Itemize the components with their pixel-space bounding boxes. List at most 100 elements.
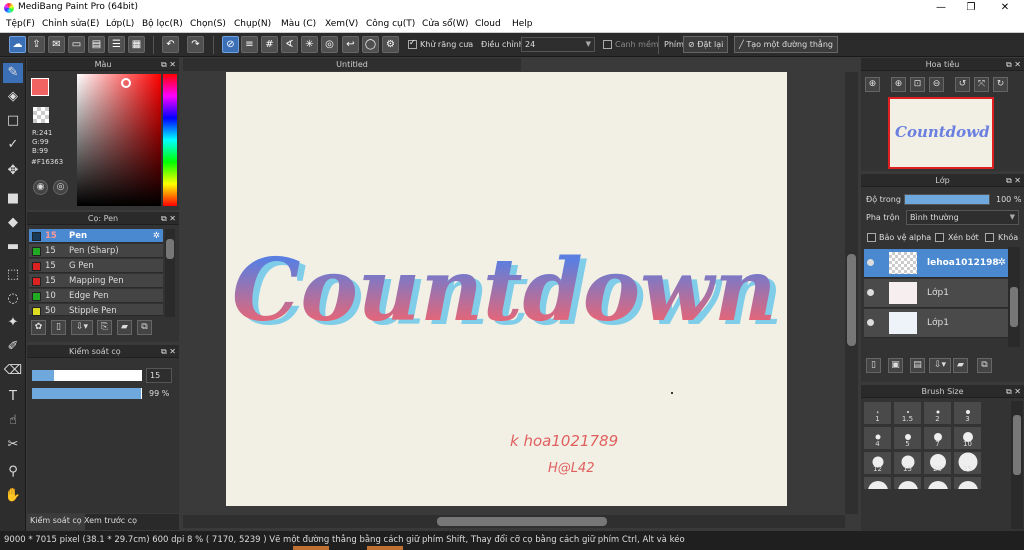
brush-size-cell[interactable] bbox=[893, 476, 922, 490]
menu-view[interactable]: Xem(V) bbox=[325, 19, 358, 29]
settings-icon[interactable]: ⚙ bbox=[382, 36, 399, 53]
eyedropper-tool-icon[interactable]: ⚲ bbox=[3, 462, 23, 482]
brush-size-cell[interactable]: 1.5 bbox=[893, 401, 922, 425]
operation-tool-icon[interactable]: ☝ bbox=[3, 411, 23, 431]
brush-tool-icon[interactable]: ✎ bbox=[3, 63, 23, 83]
layer-new-icon[interactable]: ▯ bbox=[866, 358, 881, 373]
menu-tools[interactable]: Công cụ(T) bbox=[366, 19, 415, 29]
blend-select[interactable]: Bình thường ▼ bbox=[906, 210, 1019, 225]
canvas-paper[interactable]: Countdown Countdown k hoa1021789 H@L42 bbox=[226, 72, 787, 506]
eye-icon[interactable] bbox=[867, 289, 874, 296]
brush-item[interactable]: 15 Mapping Pen bbox=[29, 274, 163, 288]
brush-list-scrollbar[interactable] bbox=[165, 229, 175, 317]
fill-rect-tool-icon[interactable]: ■ bbox=[3, 189, 23, 209]
primary-color-swatch[interactable] bbox=[31, 78, 49, 96]
layer-new-halftone-icon[interactable]: ▣ bbox=[888, 358, 903, 373]
select-eraser-tool-icon[interactable]: ⌫ bbox=[3, 361, 23, 381]
curve-snap-icon[interactable]: ↩ bbox=[342, 36, 359, 53]
move-tool-icon[interactable]: ✥ bbox=[3, 161, 23, 181]
menu-color[interactable]: Màu (C) bbox=[281, 19, 316, 29]
layer-folder-icon[interactable]: ▰ bbox=[953, 358, 968, 373]
brush-size-cell[interactable]: 3 bbox=[953, 401, 982, 425]
zoom-out-icon[interactable]: ⊖ bbox=[929, 77, 944, 92]
navigator-thumbnail[interactable]: Countdowd bbox=[888, 97, 994, 169]
menu-file[interactable]: Tệp(F) bbox=[6, 19, 35, 29]
tab-brush-preview[interactable]: Xem trước cọ bbox=[81, 514, 140, 530]
layer-row[interactable]: Lớp1 bbox=[864, 279, 1008, 308]
circle-snap-icon[interactable]: ◎ bbox=[321, 36, 338, 53]
lasso-tool-icon[interactable]: ◌ bbox=[3, 289, 23, 309]
menu-window[interactable]: Cửa sổ(W) bbox=[422, 19, 468, 29]
text-tool-icon[interactable]: T bbox=[3, 387, 23, 407]
layer-opacity-slider[interactable] bbox=[904, 194, 990, 205]
brush-item[interactable]: 15 Pen ✲ bbox=[29, 229, 163, 243]
redo-icon[interactable]: ↷ bbox=[187, 36, 204, 53]
layer-new-8bit-icon[interactable]: ▤ bbox=[910, 358, 925, 373]
comment-icon[interactable]: ✉ bbox=[48, 36, 65, 53]
brush-item[interactable]: 15 Pen (Sharp) bbox=[29, 244, 163, 258]
menu-select[interactable]: Chọn(S) bbox=[190, 19, 226, 29]
divide-tool-icon[interactable]: ✂ bbox=[3, 435, 23, 455]
zoom-in2-icon[interactable]: ⊕ bbox=[891, 77, 906, 92]
brush-size-cell[interactable] bbox=[953, 476, 982, 490]
brush-size-cell[interactable]: 7 bbox=[923, 426, 952, 450]
palette-icon[interactable]: ◉ bbox=[33, 180, 48, 195]
rotate-right-icon[interactable]: ↻ bbox=[993, 77, 1008, 92]
maximize-button[interactable]: ❐ bbox=[954, 0, 988, 16]
canh-mem-checkbox[interactable] bbox=[603, 40, 612, 49]
brush-size-cell[interactable]: 2 bbox=[923, 401, 952, 425]
brush-item[interactable]: 10 Edge Pen bbox=[29, 289, 163, 303]
grid-icon[interactable]: ▦ bbox=[128, 36, 145, 53]
dot-tool-icon[interactable]: □ bbox=[3, 111, 23, 131]
fit-icon[interactable]: ⊡ bbox=[910, 77, 925, 92]
cloud-icon[interactable]: ☁ bbox=[9, 36, 26, 53]
menu-cloud[interactable]: Cloud bbox=[475, 19, 501, 29]
layer-row[interactable]: lehoa1012198 ✲ bbox=[864, 249, 1008, 278]
brush-opacity-slider[interactable] bbox=[32, 388, 142, 399]
layer-duplicate-icon[interactable]: ⧉ bbox=[977, 358, 992, 373]
brush-new-icon[interactable]: ▯ bbox=[51, 320, 66, 335]
brush-size-cell[interactable]: 5 bbox=[893, 426, 922, 450]
window-icon[interactable]: ▭ bbox=[68, 36, 85, 53]
brush-folder-icon[interactable]: ▰ bbox=[117, 320, 132, 335]
reset-button[interactable]: ⊘ Đặt lại bbox=[683, 36, 729, 53]
straight-line-button[interactable]: ╱ Tạo một đường thẳng bbox=[734, 36, 838, 53]
brush-size-slider[interactable] bbox=[32, 370, 142, 381]
upload-icon[interactable]: ⇪ bbox=[28, 36, 45, 53]
tab-untitled[interactable]: Untitled bbox=[183, 58, 521, 71]
blur-tool-icon[interactable]: ✓ bbox=[3, 135, 23, 155]
grid-snap-icon[interactable]: # bbox=[261, 36, 278, 53]
brush-size-cell[interactable]: 4 bbox=[863, 426, 892, 450]
select-pen-tool-icon[interactable]: ✐ bbox=[3, 337, 23, 357]
hue-slider[interactable] bbox=[163, 74, 177, 206]
clip-checkbox[interactable] bbox=[935, 233, 944, 242]
minimize-button[interactable]: — bbox=[924, 0, 958, 16]
brush-import-icon[interactable]: ⇩▾ bbox=[71, 320, 93, 335]
radial-snap-icon[interactable]: ✳ bbox=[301, 36, 318, 53]
tab-brush-control[interactable]: Kiểm soát cọ bbox=[27, 514, 85, 530]
eye-icon[interactable] bbox=[867, 259, 874, 266]
ellipse-snap-icon[interactable]: ◯ bbox=[362, 36, 379, 53]
brush-item[interactable]: 15 G Pen bbox=[29, 259, 163, 273]
brush-size-cell[interactable] bbox=[923, 476, 952, 490]
reset-view-icon[interactable]: ⤧ bbox=[974, 77, 989, 92]
menu-edit[interactable]: Chỉnh sửa(E) bbox=[42, 19, 99, 29]
brush-size-cell[interactable]: 1 bbox=[863, 401, 892, 425]
color-sv-picker[interactable] bbox=[77, 74, 161, 206]
brush-size-cell[interactable] bbox=[863, 476, 892, 490]
brush-duplicate-icon[interactable]: ⧉ bbox=[137, 320, 152, 335]
menu-capture[interactable]: Chụp(N) bbox=[234, 19, 271, 29]
menu-layer[interactable]: Lớp(L) bbox=[106, 19, 134, 29]
antialias-checkbox[interactable] bbox=[408, 38, 417, 49]
select-tool-icon[interactable]: ⬚ bbox=[3, 265, 23, 285]
parallel-snap-icon[interactable]: ≡ bbox=[241, 36, 258, 53]
page-icon[interactable]: ▤ bbox=[88, 36, 105, 53]
eye-icon[interactable] bbox=[867, 319, 874, 326]
layer-scrollbar[interactable] bbox=[1008, 247, 1020, 347]
palette-add-icon[interactable]: ◎ bbox=[53, 180, 68, 195]
transparent-swatch[interactable] bbox=[33, 107, 49, 123]
layer-add-menu-icon[interactable]: ⇩▾ bbox=[929, 358, 951, 373]
angle-snap-icon[interactable]: ∢ bbox=[281, 36, 298, 53]
brush-item[interactable]: 50 Stipple Pen bbox=[29, 304, 163, 316]
canvas-hscrollbar[interactable] bbox=[183, 515, 845, 528]
